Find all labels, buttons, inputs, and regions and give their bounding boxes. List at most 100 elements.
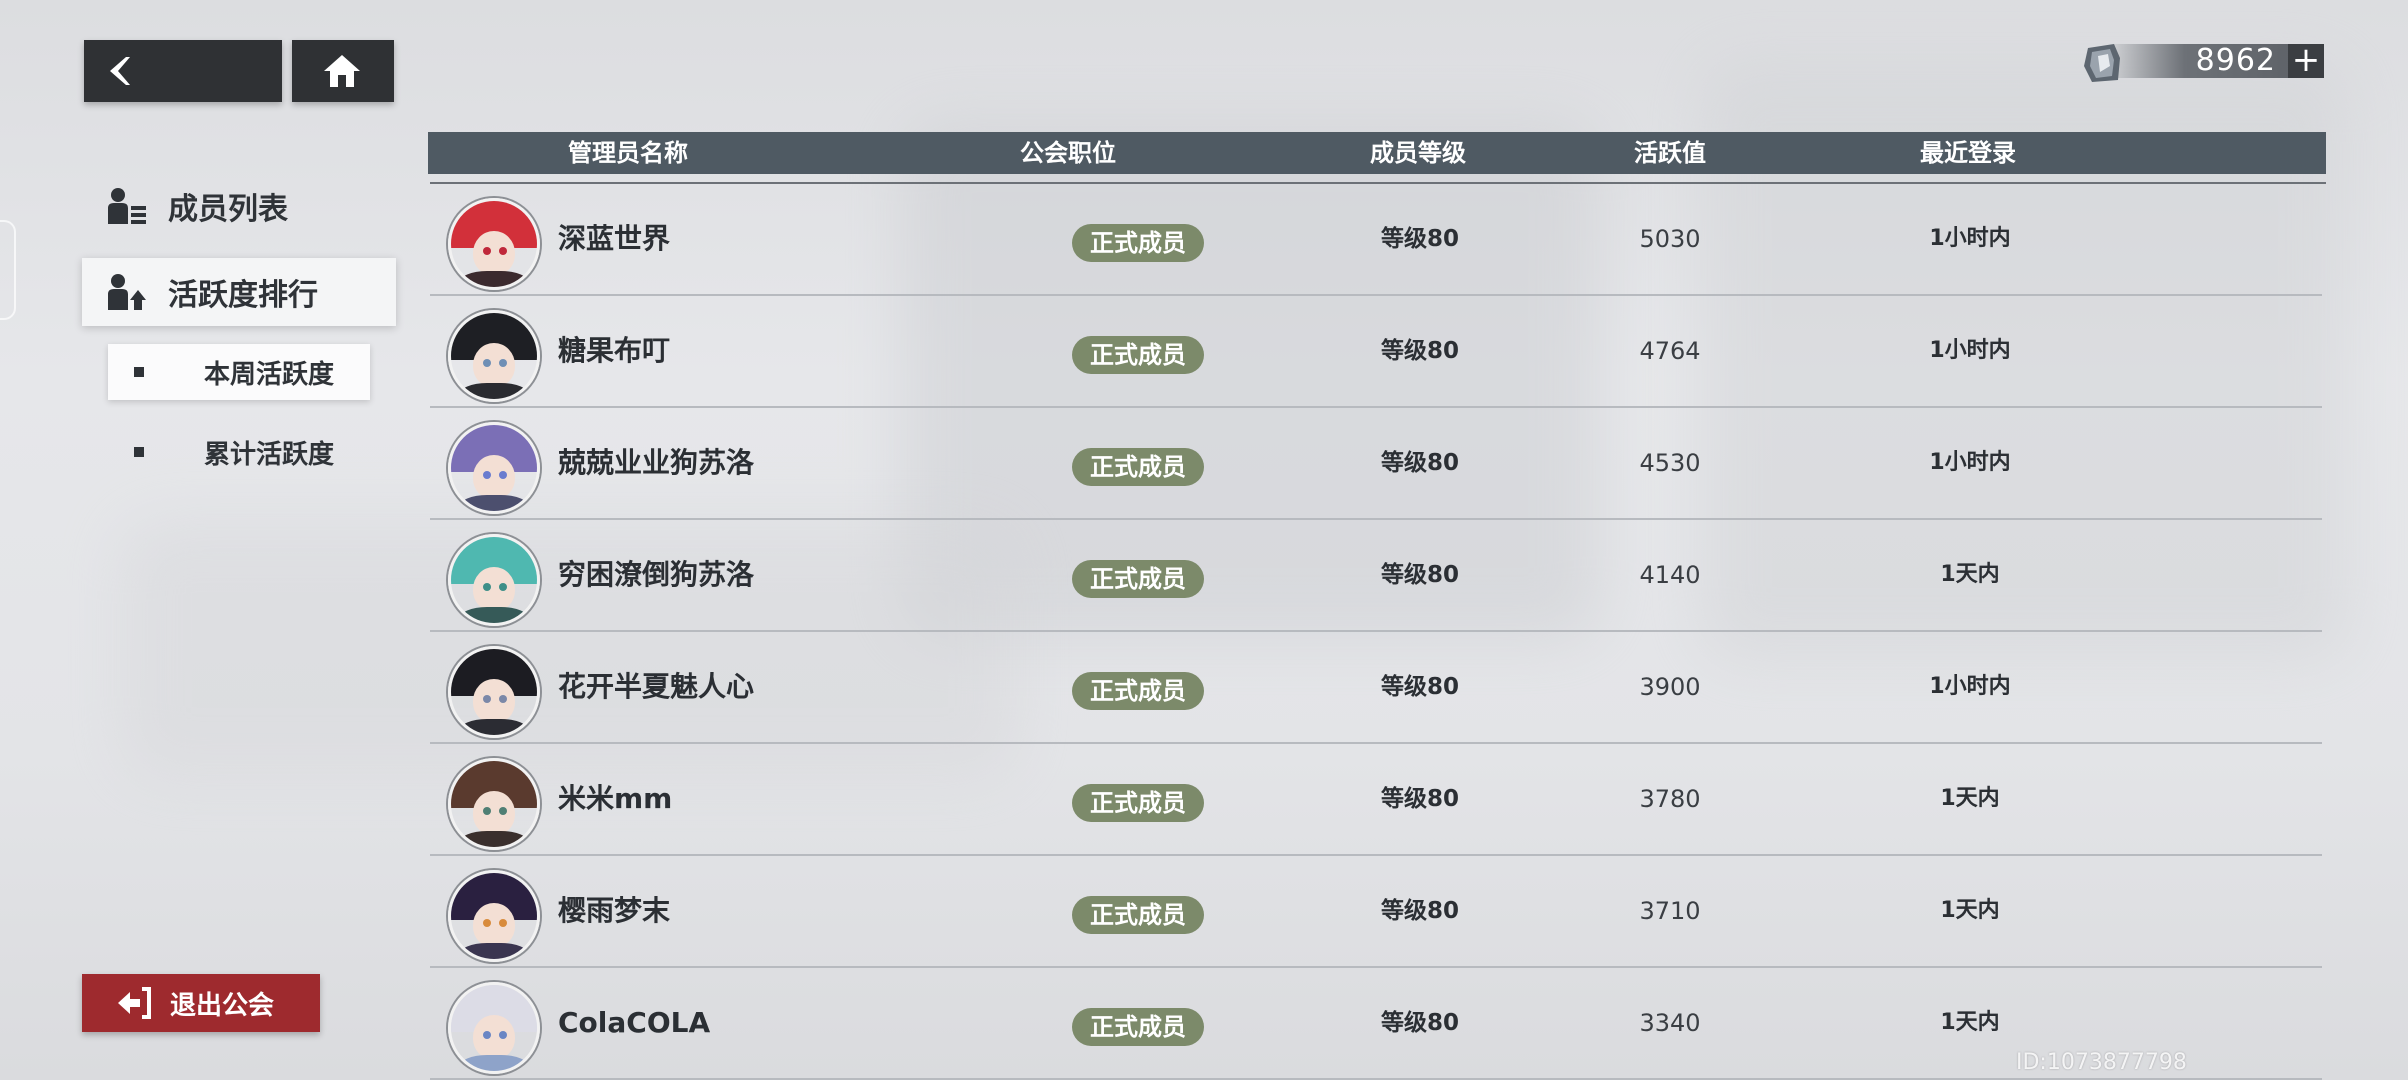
avatar[interactable]: [448, 310, 540, 402]
position-badge: 正式成员: [1072, 784, 1204, 822]
last-login: 1天内: [1940, 562, 2000, 587]
avatar-detail: [499, 583, 507, 591]
activity-value: 5030: [1639, 225, 1701, 253]
column-header-last-login[interactable]: 最近登录: [1888, 132, 2048, 174]
avatar-detail: [499, 919, 507, 927]
avatar-detail: [459, 495, 529, 511]
back-arrow-icon: [110, 57, 130, 85]
avatar[interactable]: [448, 982, 540, 1074]
activity-value: 4140: [1639, 561, 1701, 589]
user-id-label: ID:1073877798: [2016, 1050, 2187, 1075]
avatar-face: [473, 903, 515, 947]
member-table-body: 深蓝世界 正式成员 等级80 5030 1小时内 糖果布叮 正式成员 等级80 …: [430, 184, 2322, 1080]
member-level: 等级80: [1380, 338, 1459, 364]
avatar-detail: [499, 807, 507, 815]
last-login: 1小时内: [1929, 450, 2011, 475]
currency-display: 8962 +: [2080, 40, 2324, 82]
last-login: 1小时内: [1929, 226, 2011, 251]
table-row[interactable]: 穷困潦倒狗苏洛 正式成员 等级80 4140 1天内: [430, 520, 2322, 632]
avatar-detail: [483, 247, 491, 255]
crystal-icon: [2084, 44, 2120, 82]
sidebar-item-label: 成员列表: [168, 192, 288, 227]
avatar[interactable]: [448, 198, 540, 290]
member-name: 樱雨梦末: [558, 894, 671, 927]
last-login: 1天内: [1940, 786, 2000, 811]
exit-guild-button[interactable]: 退出公会: [82, 974, 320, 1032]
member-level: 等级80: [1380, 674, 1459, 700]
home-icon: [324, 55, 360, 87]
member-name: ColaCOLA: [558, 1006, 711, 1039]
sidebar-item-label: 活跃度排行: [168, 278, 318, 313]
member-name: 花开半夏魅人心: [558, 670, 755, 703]
avatar-detail: [499, 695, 507, 703]
avatar-detail: [499, 359, 507, 367]
column-header-activity[interactable]: 活跃值: [1590, 132, 1750, 174]
avatar[interactable]: [448, 646, 540, 738]
column-header-position[interactable]: 公会职位: [988, 132, 1148, 174]
member-level: 等级80: [1380, 562, 1459, 588]
sub-item-weekly-activity[interactable]: 本周活跃度: [108, 344, 370, 400]
activity-value: 4764: [1639, 337, 1701, 365]
avatar-detail: [459, 607, 529, 623]
add-currency-button[interactable]: +: [2288, 43, 2324, 78]
exit-icon: [118, 987, 151, 1019]
activity-value: 4530: [1639, 449, 1701, 477]
table-row[interactable]: 糖果布叮 正式成员 等级80 4764 1小时内: [430, 296, 2322, 408]
sidebar-item-members[interactable]: 成员列表: [82, 172, 396, 240]
member-level: 等级80: [1380, 226, 1459, 252]
avatar-detail: [459, 271, 529, 287]
position-badge: 正式成员: [1072, 448, 1204, 486]
member-list-icon: [108, 188, 146, 224]
column-header-name[interactable]: 管理员名称: [528, 132, 728, 174]
sub-item-label: 累计活跃度: [204, 439, 335, 470]
currency-amount: 8962: [2195, 43, 2276, 78]
side-panel-handle[interactable]: [0, 220, 16, 320]
avatar[interactable]: [448, 758, 540, 850]
sidebar-item-activity-ranking[interactable]: 活跃度排行: [82, 258, 396, 326]
position-badge: 正式成员: [1072, 1008, 1204, 1046]
position-badge: 正式成员: [1072, 224, 1204, 262]
activity-value: 3710: [1639, 897, 1701, 925]
activity-value: 3780: [1639, 785, 1701, 813]
last-login: 1天内: [1940, 898, 2000, 923]
table-row[interactable]: 米米mm 正式成员 等级80 3780 1天内: [430, 744, 2322, 856]
avatar[interactable]: [448, 534, 540, 626]
avatar-face: [473, 791, 515, 835]
member-name: 深蓝世界: [558, 222, 671, 255]
member-name: 兢兢业业狗苏洛: [558, 446, 755, 479]
table-row[interactable]: 深蓝世界 正式成员 等级80 5030 1小时内: [430, 184, 2322, 296]
avatar[interactable]: [448, 870, 540, 962]
member-name: 穷困潦倒狗苏洛: [558, 558, 755, 591]
position-badge: 正式成员: [1072, 896, 1204, 934]
sub-item-total-activity[interactable]: 累计活跃度: [108, 424, 370, 480]
avatar[interactable]: [448, 422, 540, 514]
bullet-icon: [134, 367, 144, 377]
activity-value: 3340: [1639, 1009, 1701, 1037]
avatar-face: [473, 1015, 515, 1059]
avatar-detail: [499, 247, 507, 255]
exit-guild-label: 退出公会: [170, 990, 275, 1021]
table-row[interactable]: 花开半夏魅人心 正式成员 等级80 3900 1小时内: [430, 632, 2322, 744]
last-login: 1小时内: [1929, 674, 2011, 699]
position-badge: 正式成员: [1072, 672, 1204, 710]
avatar-face: [473, 231, 515, 275]
avatar-detail: [459, 1055, 529, 1071]
bullet-icon: [134, 447, 144, 457]
column-header-level[interactable]: 成员等级: [1338, 132, 1498, 174]
activity-ranking-icon: [108, 274, 146, 310]
avatar-detail: [459, 831, 529, 847]
back-button[interactable]: [84, 40, 282, 102]
home-button[interactable]: [292, 40, 394, 102]
avatar-detail: [483, 807, 491, 815]
table-row[interactable]: 兢兢业业狗苏洛 正式成员 等级80 4530 1小时内: [430, 408, 2322, 520]
last-login: 1小时内: [1929, 338, 2011, 363]
activity-value: 3900: [1639, 673, 1701, 701]
avatar-face: [473, 343, 515, 387]
position-badge: 正式成员: [1072, 336, 1204, 374]
avatar-face: [473, 455, 515, 499]
member-name: 糖果布叮: [558, 334, 671, 367]
member-level: 等级80: [1380, 450, 1459, 476]
avatar-detail: [483, 919, 491, 927]
table-row[interactable]: 樱雨梦末 正式成员 等级80 3710 1天内: [430, 856, 2322, 968]
avatar-detail: [499, 1031, 507, 1039]
